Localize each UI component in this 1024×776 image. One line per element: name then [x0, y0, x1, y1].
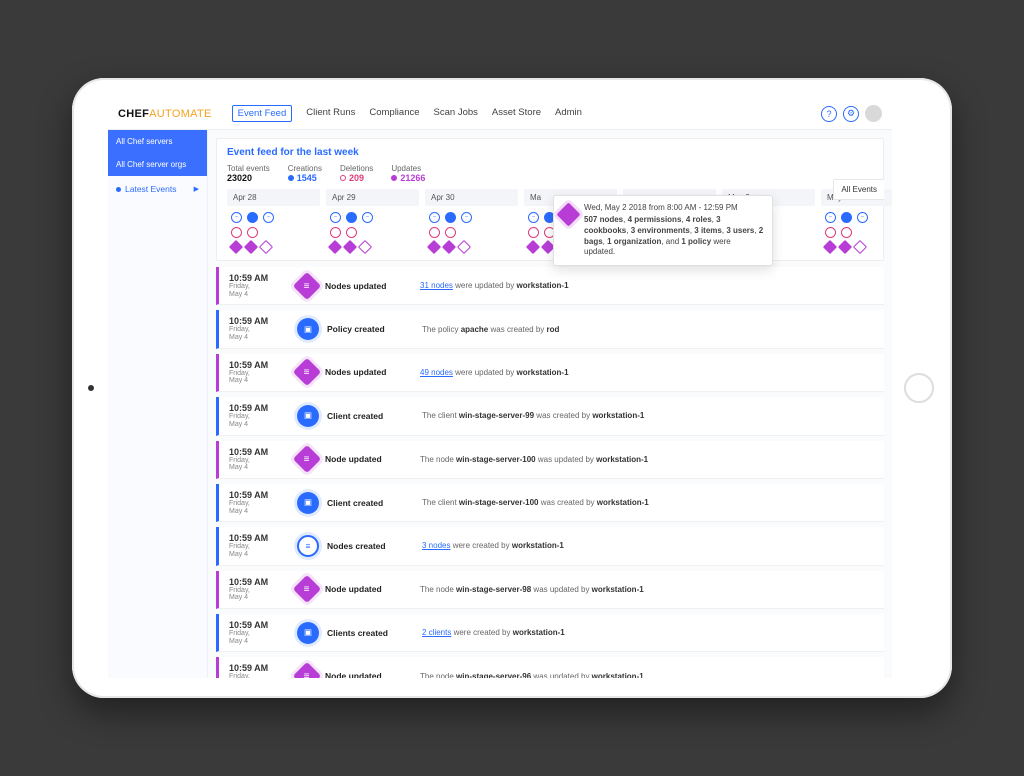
event-row[interactable]: 10:59 AMFriday,May 4 ▣ Client createdThe c…	[216, 484, 884, 522]
event-row[interactable]: 10:59 AMFriday,May 4 ≡ Node updatedThe nod…	[216, 657, 884, 678]
event-title: Node updated	[325, 454, 420, 464]
event-row[interactable]: 10:59 AMFriday,May 4 ▣ Policy createdThe p…	[216, 310, 884, 348]
body: All Chef servers All Chef server orgs La…	[108, 130, 892, 678]
event-link[interactable]: 49 nodes	[420, 368, 453, 377]
tooltip-body: 507 nodes, 4 permissions, 4 roles, 3 coo…	[584, 215, 764, 258]
event-time: 10:59 AMFriday,May 4	[219, 620, 289, 645]
stats-row: Total events23020 Creations1545 Deletions2…	[227, 164, 873, 183]
top-nav: Event Feed Client Runs Compliance Scan Jobs…	[232, 107, 582, 120]
logo: CHEFAUTOMATE	[118, 108, 212, 120]
event-desc: 2 clients were created by workstation-1	[422, 628, 565, 637]
sidebar-item-all-servers[interactable]: All Chef servers	[108, 130, 207, 153]
feed-panel: Event feed for the last week Total event…	[216, 138, 884, 261]
event-desc: 31 nodes were updated by workstation-1	[420, 281, 569, 290]
update-icon: ≡	[293, 358, 321, 386]
event-time: 10:59 AMFriday,May 4	[219, 490, 289, 515]
tablet-camera	[88, 385, 94, 391]
event-title: Nodes created	[327, 541, 422, 551]
stat-creations: Creations1545	[288, 164, 322, 183]
event-desc: The policy apache was created by rod	[422, 325, 559, 334]
event-desc: The node win-stage-server-96 was updated…	[420, 672, 644, 678]
nav-item-event-feed[interactable]: Event Feed	[232, 105, 293, 122]
event-title: Clients created	[327, 628, 422, 638]
event-desc: The node win-stage-server-100 was update…	[420, 455, 648, 464]
event-title: Client created	[327, 498, 422, 508]
create-icon: ≡	[297, 535, 319, 557]
event-time: 10:59 AMFriday,May 4	[219, 360, 289, 385]
event-time: 10:59 AMFriday,May 4	[219, 577, 289, 602]
sidebar-latest-label: Latest Events	[125, 184, 177, 194]
settings-icon[interactable]: ⚙	[843, 106, 859, 122]
nav-item-compliance[interactable]: Compliance	[369, 107, 419, 120]
sidebar-item-latest-events[interactable]: Latest Events ▶	[108, 176, 207, 202]
stat-total-events: Total events23020	[227, 164, 270, 183]
events-list: 10:59 AMFriday,May 4≡Nodes updated31 nod…	[216, 267, 884, 678]
main: Event feed for the last week Total event…	[208, 130, 892, 678]
event-title: Nodes updated	[325, 367, 420, 377]
tooltip-heading: Wed, May 2 2018 from 8:00 AM - 12:59 PM	[584, 203, 764, 212]
help-icon[interactable]: ?	[821, 106, 837, 122]
stat-deletions: Deletions209	[340, 164, 373, 183]
create-icon: ▣	[297, 318, 319, 340]
event-time: 10:59 AMFriday,May 4	[219, 403, 289, 428]
day-column[interactable]: Apr 30––	[425, 189, 518, 254]
event-row[interactable]: 10:59 AMFriday,May 4 ▣ Clients created2 cl…	[216, 614, 884, 652]
day-column[interactable]: Apr 29––	[326, 189, 419, 254]
event-title: Client created	[327, 411, 422, 421]
logo-light: AUTOMATE	[149, 108, 212, 120]
logo-bold: CHEF	[118, 108, 149, 120]
event-time: 10:59 AMFriday,May 4	[219, 447, 289, 472]
tablet-home-button[interactable]	[904, 373, 934, 403]
top-bar: CHEFAUTOMATE Event Feed Client Runs Compli…	[108, 98, 892, 130]
event-desc: 49 nodes were updated by workstation-1	[420, 368, 569, 377]
chevron-right-icon: ▶	[194, 185, 199, 193]
sidebar-item-all-orgs[interactable]: All Chef server orgs	[108, 153, 207, 176]
top-right: ? ⚙	[821, 105, 882, 122]
event-time: 10:59 AMFriday,May 4	[219, 273, 289, 298]
update-icon: ≡	[293, 662, 321, 678]
day-column[interactable]: Apr 28––	[227, 189, 320, 254]
panel-title: Event feed for the last week	[227, 147, 873, 158]
event-link[interactable]: 3 nodes	[422, 541, 450, 550]
event-link[interactable]: 31 nodes	[420, 281, 453, 290]
create-icon: ▣	[297, 492, 319, 514]
event-desc: The node win-stage-server-98 was updated…	[420, 585, 644, 594]
event-time: 10:59 AMFriday,May 4	[219, 533, 289, 558]
create-icon: ▣	[297, 622, 319, 644]
event-time: 10:59 AMFriday,May 4	[219, 663, 289, 678]
sidebar: All Chef servers All Chef server orgs La…	[108, 130, 208, 678]
update-icon: ≡	[293, 445, 321, 473]
update-icon: ≡	[293, 575, 321, 603]
app-screen: CHEFAUTOMATE Event Feed Client Runs Compli…	[108, 98, 892, 678]
nav-item-admin[interactable]: Admin	[555, 107, 582, 120]
event-time: 10:59 AMFriday,May 4	[219, 316, 289, 341]
avatar[interactable]	[865, 105, 882, 122]
tablet-frame: CHEFAUTOMATE Event Feed Client Runs Compli…	[72, 78, 952, 698]
create-icon: ▣	[297, 405, 319, 427]
event-desc: 3 nodes were created by workstation-1	[422, 541, 564, 550]
days-row: Apr 28––Apr 29––Apr 30––Ma––––May 3––May…	[227, 189, 873, 254]
event-title: Node updated	[325, 671, 420, 678]
stat-updates: Updates21266	[391, 164, 425, 183]
update-icon: ≡	[293, 272, 321, 300]
event-title: Policy created	[327, 324, 422, 334]
all-events-button[interactable]: All Events	[833, 179, 884, 200]
event-row[interactable]: 10:59 AMFriday,May 4 ≡ Nodes created3 node…	[216, 527, 884, 565]
event-link[interactable]: 2 clients	[422, 628, 451, 637]
event-desc: The client win-stage-server-100 was crea…	[422, 498, 649, 507]
bullet-icon	[116, 187, 121, 192]
nav-item-asset-store[interactable]: Asset Store	[492, 107, 541, 120]
event-row[interactable]: 10:59 AMFriday,May 4≡ Node updatedThe nod…	[216, 441, 884, 479]
nav-item-scan-jobs[interactable]: Scan Jobs	[434, 107, 478, 120]
event-desc: The client win-stage-server-99 was creat…	[422, 411, 644, 420]
nav-item-client-runs[interactable]: Client Runs	[306, 107, 355, 120]
event-title: Node updated	[325, 584, 420, 594]
event-row[interactable]: 10:59 AMFriday,May 4 ▣ Client createdThe c…	[216, 397, 884, 435]
hover-tooltip: Wed, May 2 2018 from 8:00 AM - 12:59 PM …	[553, 195, 773, 266]
event-title: Nodes updated	[325, 281, 420, 291]
event-row[interactable]: 10:59 AMFriday,May 4≡ Nodes updated49 nod…	[216, 354, 884, 392]
event-row[interactable]: 10:59 AMFriday,May 4≡ Node updatedThe nod…	[216, 571, 884, 609]
event-row[interactable]: 10:59 AMFriday,May 4≡ Nodes updated31 nod…	[216, 267, 884, 305]
update-icon	[556, 202, 580, 226]
